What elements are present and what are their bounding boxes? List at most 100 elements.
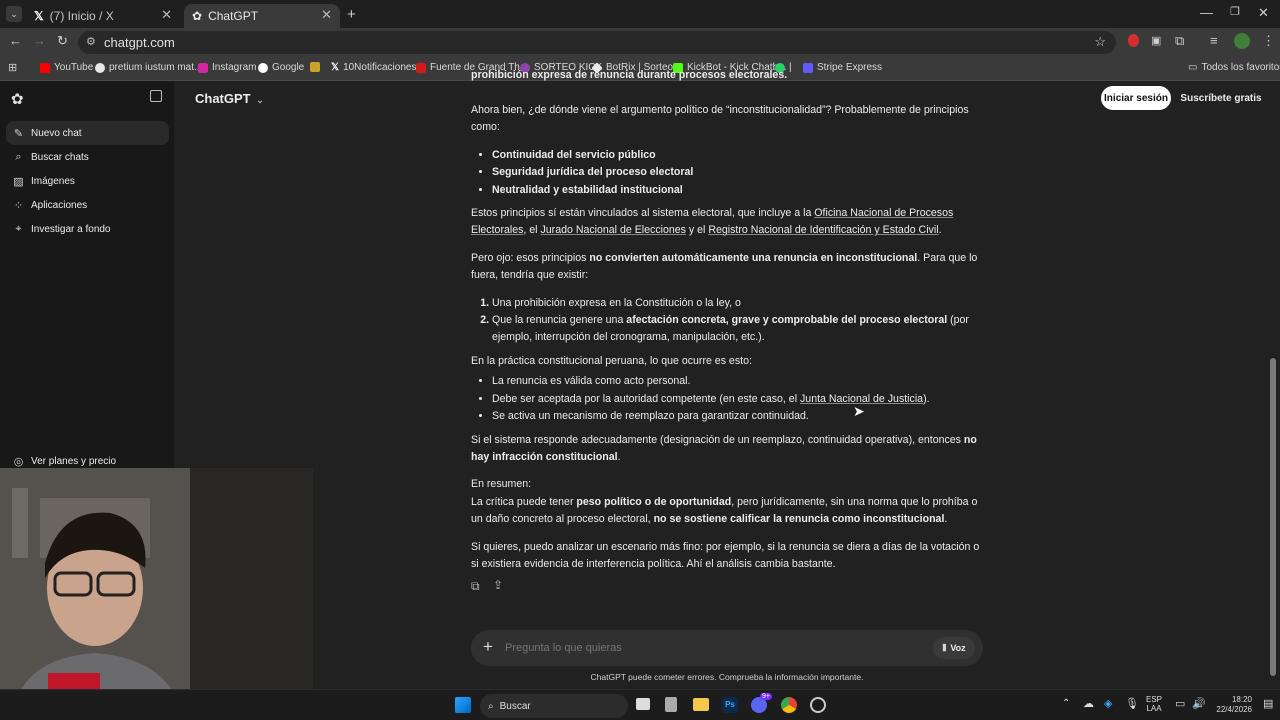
instagram-icon [198,62,208,73]
share-icon[interactable]: ⇪ [493,578,503,592]
bookmark-google[interactable]: Google [258,62,304,73]
sidebar-item-search-chats[interactable]: ⌕ Buscar chats [6,145,169,169]
practice-list: La renuncia es válida como acto personal… [492,373,981,425]
network-icon[interactable]: ▭ [1175,697,1185,710]
sidebar-item-deep-research[interactable]: ⌖ Investigar a fondo [6,217,169,241]
language-indicator[interactable]: ESP LAA [1146,695,1162,713]
login-button[interactable]: Iniciar sesión [1101,86,1171,110]
tray-app-icon[interactable]: ◈ [1104,697,1112,710]
list-item: La renuncia es válida como acto personal… [492,373,981,390]
reload-icon[interactable]: ↻ [57,33,68,49]
tab-title: ChatGPT [208,9,259,23]
bookmark-youtube[interactable]: YouTube [40,62,93,73]
plans-icon: ◎ [13,455,24,468]
tab-x[interactable]: 𝕏 (7) Inicio / X ✕ [26,4,180,28]
close-tab-icon[interactable]: ✕ [321,7,332,23]
minimize-icon[interactable]: — [1200,5,1213,20]
taskbar-search[interactable]: ⌕ Buscar [480,694,628,718]
signup-button[interactable]: Suscríbete gratis [1176,86,1266,110]
app-icon[interactable] [665,697,677,712]
folder-icon: ▭ [1188,62,1198,73]
apps-grid-icon[interactable]: ⊞ [8,61,17,74]
extension-red-icon[interactable] [1128,34,1139,47]
new-tab-icon[interactable]: + [347,6,356,23]
close-window-icon[interactable]: ✕ [1258,5,1269,21]
extensions-puzzle-icon[interactable]: ⧉ [1175,33,1184,49]
url-text: chatgpt.com [104,35,175,50]
image-icon: ▨ [13,175,24,188]
paragraph: Pero ojo: esos principios no convierten … [471,251,978,282]
file-explorer-icon[interactable] [693,698,709,711]
composer: + ⦀ Voz [471,630,983,666]
volume-icon[interactable]: 🔊 [1192,697,1206,710]
back-icon[interactable]: ← [9,33,22,48]
site-info-icon[interactable]: ⚙ [86,35,96,48]
globe-icon [95,62,105,73]
tab-chatgpt[interactable]: ✿ ChatGPT ✕ [184,4,340,28]
link-reniec[interactable]: Registro Nacional de Identificación y Es… [708,224,938,236]
x-logo-icon: 𝕏 [331,62,340,73]
app-circle-icon[interactable] [810,697,826,713]
restore-icon[interactable]: ❐ [1230,5,1240,18]
media-icon[interactable]: ≡ [1210,33,1218,48]
edit-icon: ✎ [13,127,24,140]
chevron-up-icon[interactable]: ⌃ [1062,698,1070,709]
search-icon: ⌕ [15,150,22,163]
list-item: Se activa un mecanismo de reemplazo para… [492,408,981,425]
sidebar-toggle-icon[interactable] [150,90,162,102]
bookmark-instagram[interactable]: Instagram [198,62,256,73]
task-view-icon[interactable] [636,698,650,710]
sidebar-item-apps[interactable]: ⁘ Aplicaciones [6,193,169,217]
cloud-icon[interactable]: ☁ [1083,697,1094,710]
bookmark-unnamed[interactable] [310,62,320,72]
font-f-icon [416,62,426,73]
chatgpt-logo-icon: ✿ [192,9,203,23]
clock[interactable]: 18:20 22/4/2026 [1208,695,1252,715]
google-icon [258,62,268,73]
address-bar[interactable]: ⚙ chatgpt.com ☆ [78,31,1116,54]
profile-avatar-icon[interactable] [1234,33,1250,49]
disclaimer: ChatGPT puede cometer errores. Comprueba… [590,672,864,682]
chatgpt-logo-icon[interactable]: ✿ [11,90,24,108]
principles-list: Continuidad del servicio público Segurid… [492,147,981,199]
mouse-cursor-icon: ➤ [853,403,865,419]
sidebar-item-images[interactable]: ▨ Imágenes [6,169,169,193]
scrollbar[interactable] [1270,358,1276,676]
webcam-image [0,468,313,720]
sidebar-item-new-chat[interactable]: ✎ Nuevo chat [6,121,169,145]
bookmark-pretium[interactable]: pretium iustum mat... [95,62,202,73]
photoshop-icon[interactable]: Ps [722,697,738,713]
bookmark-icon [310,62,320,72]
page-title: ChatGPT [195,91,251,106]
notifications-icon[interactable]: ▤ [1263,697,1273,710]
copy-icon[interactable]: ⧉ [471,579,480,594]
windows-start-icon[interactable] [455,697,471,713]
prompt-input[interactable] [505,639,885,657]
all-bookmarks[interactable]: ▭ Todos los favoritos [1188,62,1280,73]
menu-kebab-icon[interactable]: ⋮ [1262,33,1275,49]
close-tab-icon[interactable]: ✕ [161,7,172,23]
bookmark-notificaciones[interactable]: 𝕏 10Notificaciones [331,62,416,73]
chevron-down-icon: ⌄ [256,95,264,105]
list-item: Que la renuncia genere una afectación co… [492,312,981,347]
paragraph: En resumen: La crítica puede tener peso … [471,478,978,526]
waveform-icon: ⦀ [942,642,947,653]
bookmark-star-icon[interactable]: ☆ [1094,34,1106,50]
x-logo-icon: 𝕏 [34,9,44,23]
attach-plus-icon[interactable]: + [483,637,493,657]
youtube-icon [40,62,50,73]
telescope-icon: ⌖ [15,222,22,235]
paragraph: Ahora bien, ¿de dónde viene el argumento… [471,104,969,134]
forward-icon[interactable]: → [33,33,46,48]
browser-toolbar: ← → ↻ ⚙ chatgpt.com ☆ ▣ ⧉ ≡ ⋮ [0,28,1280,57]
microphone-icon[interactable]: 🎙 [1125,697,1139,710]
tab-title: (7) Inicio / X [49,9,114,23]
chrome-icon[interactable] [781,697,797,713]
model-selector[interactable]: ChatGPT ⌄ [195,91,264,106]
assistant-message: prohibición expresa de renuncia durante … [471,70,981,583]
voice-button[interactable]: ⦀ Voz [933,637,975,659]
extension-icon[interactable]: ▣ [1151,34,1161,47]
list-item: Debe ser aceptada por la autoridad compe… [492,391,981,408]
link-jne[interactable]: Jurado Nacional de Elecciones [540,224,685,236]
tab-search-icon[interactable]: ⌄ [6,6,22,22]
